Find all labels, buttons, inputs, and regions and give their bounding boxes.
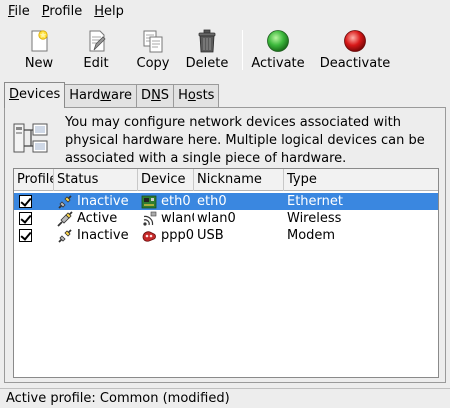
plug-connected-icon (57, 210, 73, 227)
column-header-profile[interactable]: Profile (14, 169, 54, 191)
plug-disconnected-icon (58, 228, 72, 243)
column-header-device[interactable]: Device (138, 169, 194, 191)
column-header-type[interactable]: Type (284, 169, 438, 191)
table-row[interactable]: Active wlan0 wlan0 Wireless (14, 210, 438, 227)
edit-document-icon (89, 30, 106, 52)
ethernet-card-icon (141, 195, 157, 208)
edit-button[interactable]: Edit (76, 24, 116, 76)
delete-button[interactable]: Delete (182, 24, 232, 76)
tab-bar: Devices Hardware DNS Hosts (4, 82, 220, 108)
menu-help[interactable]: Help (90, 0, 132, 24)
devices-panel: You may configure network devices associ… (4, 107, 446, 383)
new-button[interactable]: New (20, 24, 58, 76)
network-devices-icon (13, 123, 48, 153)
trash-can-icon (198, 29, 216, 53)
plug-disconnected-icon (58, 194, 72, 209)
table-row[interactable]: Inactive ppp0 USB Modem (14, 227, 438, 244)
activate-button[interactable]: Activate (248, 24, 308, 76)
menu-bar: File Profile Help (0, 0, 450, 24)
tab-dns[interactable]: DNS (136, 84, 175, 108)
profile-checkbox[interactable] (19, 212, 32, 225)
status-text: Active profile: Common (modified) (6, 391, 230, 406)
copy-button[interactable]: Copy (134, 24, 172, 76)
info-description: You may configure network devices associ… (65, 115, 425, 166)
profile-checkbox[interactable] (19, 195, 32, 208)
table-row[interactable]: Inactive eth0 eth0 Ethernet (14, 193, 438, 210)
red-circle-icon (344, 30, 366, 52)
tab-hosts[interactable]: Hosts (173, 84, 220, 108)
profile-checkbox[interactable] (19, 229, 32, 242)
menu-file[interactable]: File (4, 0, 38, 24)
table-header: Profile Status Device Nickname Type (14, 169, 438, 191)
toolbar-separator (242, 30, 243, 70)
tab-devices[interactable]: Devices (4, 82, 66, 108)
tab-hardware[interactable]: Hardware (64, 84, 138, 108)
new-document-icon (31, 30, 48, 52)
deactivate-button[interactable]: Deactivate (316, 24, 394, 76)
devices-table[interactable]: Profile Status Device Nickname Type Inac… (13, 168, 439, 378)
status-bar: Active profile: Common (modified) (0, 388, 450, 408)
green-circle-icon (267, 30, 289, 52)
info-section: You may configure network devices associ… (13, 112, 443, 168)
copy-documents-icon (143, 30, 163, 53)
column-header-status[interactable]: Status (54, 169, 138, 191)
menu-profile[interactable]: Profile (38, 0, 90, 24)
modem-icon (142, 230, 156, 242)
column-header-nickname[interactable]: Nickname (194, 169, 284, 191)
wireless-icon (143, 211, 157, 226)
toolbar: New Edit Copy Delete Activate Deactivate (0, 24, 450, 76)
